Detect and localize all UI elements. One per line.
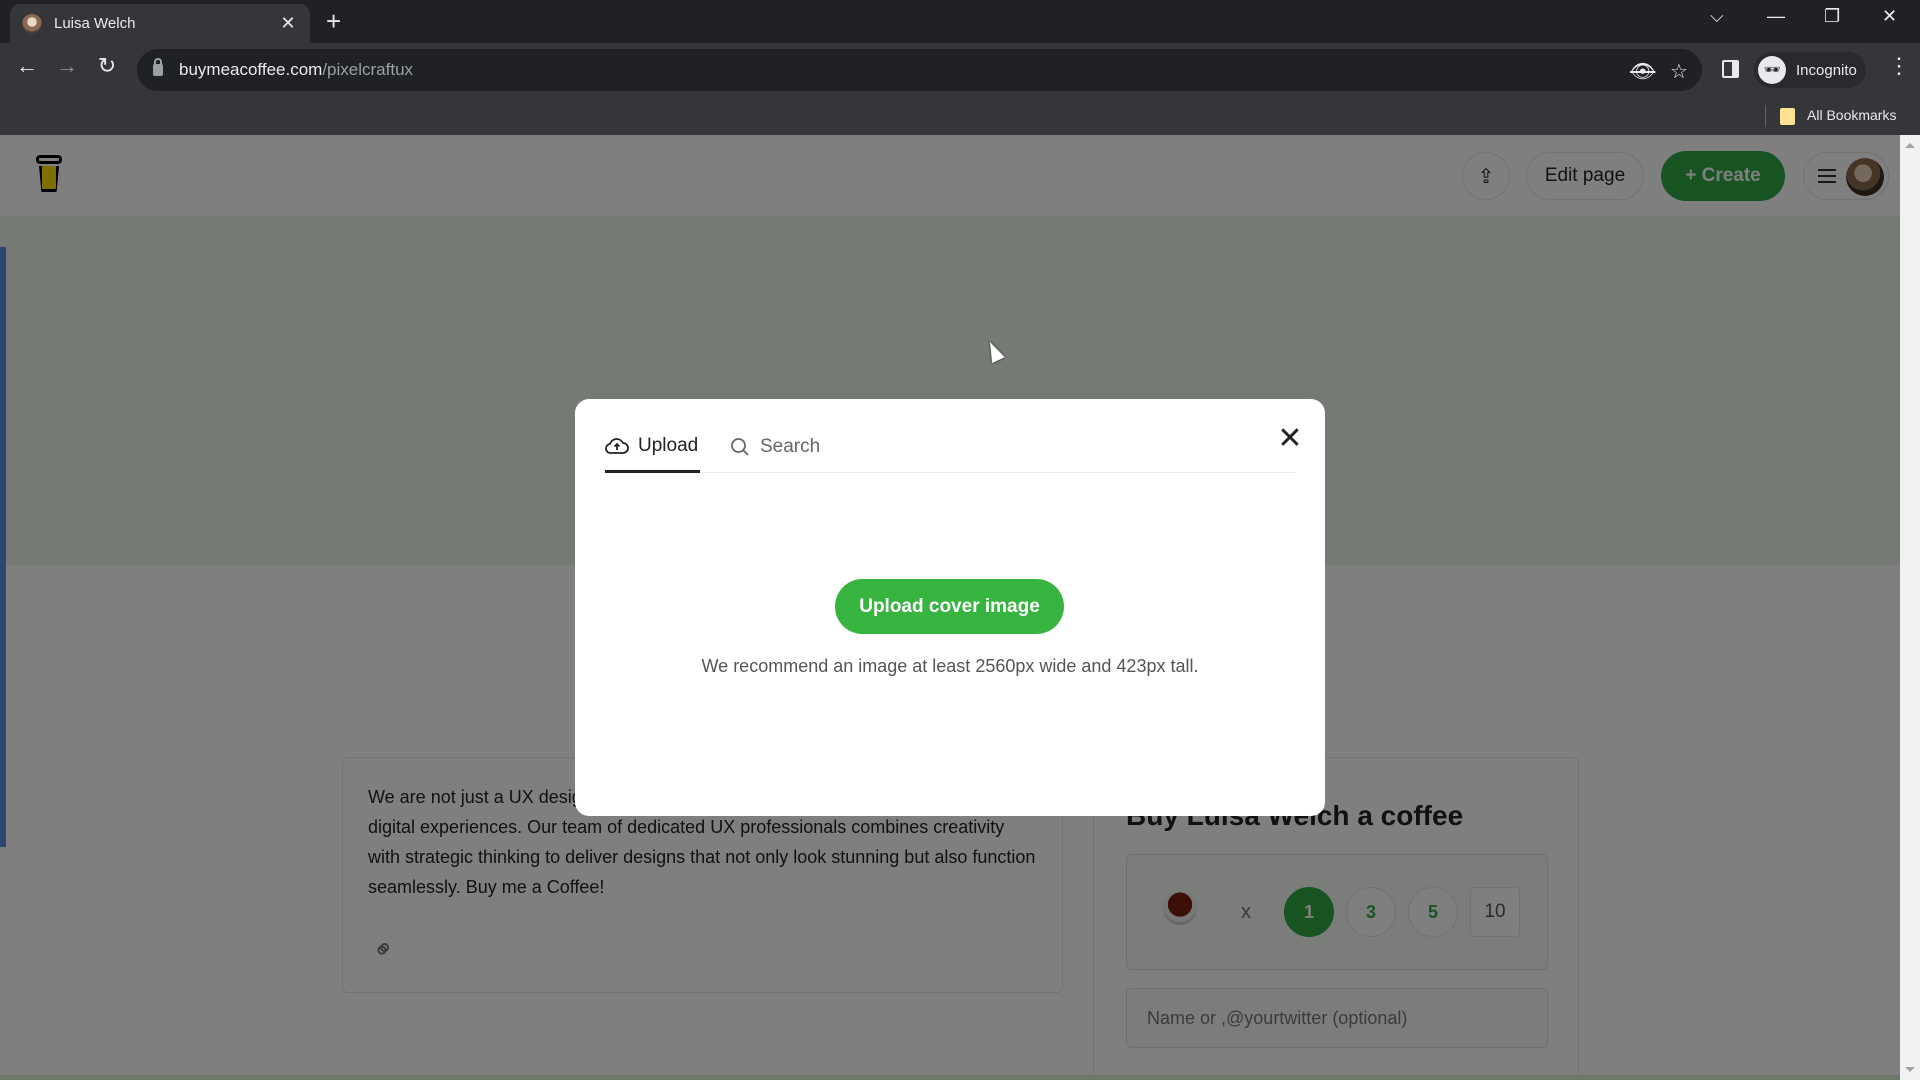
- scroll-up-icon[interactable]: [1905, 143, 1915, 148]
- url-host: buymeacoffee.com: [179, 60, 323, 79]
- incognito-profile-button[interactable]: 🕶 Incognito: [1754, 52, 1866, 88]
- eye-off-icon[interactable]: 👁: [1630, 59, 1655, 84]
- url-path: /pixelcraftux: [322, 60, 414, 79]
- browser-toolbar: ← → ↻ buymeacoffee.com /pixelcraftux 👁 ☆…: [0, 43, 1920, 97]
- browser-tab-bar: Luisa Welch ✕ + ⌵ — ❐ ✕: [0, 0, 1920, 43]
- forward-icon[interactable]: →: [52, 55, 82, 77]
- incognito-label: Incognito: [1796, 61, 1857, 79]
- side-panel-icon[interactable]: [1722, 60, 1739, 78]
- bookmarks-bar: All Bookmarks: [0, 97, 1920, 135]
- dialog-tabs: Upload Search: [605, 421, 1295, 473]
- lock-icon: [153, 58, 163, 76]
- image-size-recommendation: We recommend an image at least 2560px wi…: [701, 656, 1199, 676]
- cloud-upload-icon: [605, 437, 629, 454]
- browser-menu-icon[interactable]: ⋮: [1888, 55, 1910, 77]
- window-close-icon[interactable]: ✕: [1882, 6, 1897, 27]
- reload-icon[interactable]: ↻: [92, 55, 122, 77]
- incognito-icon: 🕶: [1758, 56, 1786, 84]
- tab-search[interactable]: Search: [730, 421, 820, 473]
- close-icon[interactable]: ✕: [1276, 424, 1304, 454]
- search-icon: [731, 438, 749, 456]
- page-scrollbar[interactable]: [1900, 135, 1920, 1080]
- address-bar[interactable]: buymeacoffee.com /pixelcraftux 👁 ☆: [137, 49, 1702, 91]
- cover-image-dialog: Upload Search ✕ Upload cover image We re…: [575, 399, 1325, 816]
- tab-upload[interactable]: Upload: [605, 421, 701, 473]
- back-icon[interactable]: ←: [12, 55, 42, 77]
- scroll-down-icon[interactable]: [1905, 1067, 1915, 1072]
- tab-search-icon[interactable]: ⌵: [1710, 6, 1724, 27]
- all-bookmarks-button[interactable]: All Bookmarks: [1807, 107, 1896, 123]
- tab-close-icon[interactable]: ✕: [278, 13, 298, 34]
- tab-title: Luisa Welch: [54, 15, 136, 32]
- folder-icon: [1780, 108, 1795, 125]
- tab-search-label: Search: [760, 436, 821, 457]
- bookmarks-divider: [1765, 105, 1766, 127]
- new-tab-button[interactable]: +: [326, 8, 341, 34]
- browser-tab[interactable]: Luisa Welch ✕: [10, 4, 310, 43]
- bookmark-star-icon[interactable]: ☆: [1670, 59, 1688, 84]
- tab-upload-label: Upload: [638, 434, 699, 456]
- upload-cover-image-button[interactable]: Upload cover image: [835, 579, 1064, 634]
- tab-favicon-icon: [22, 13, 42, 34]
- minimize-icon[interactable]: —: [1767, 6, 1785, 27]
- restore-icon[interactable]: ❐: [1824, 6, 1840, 27]
